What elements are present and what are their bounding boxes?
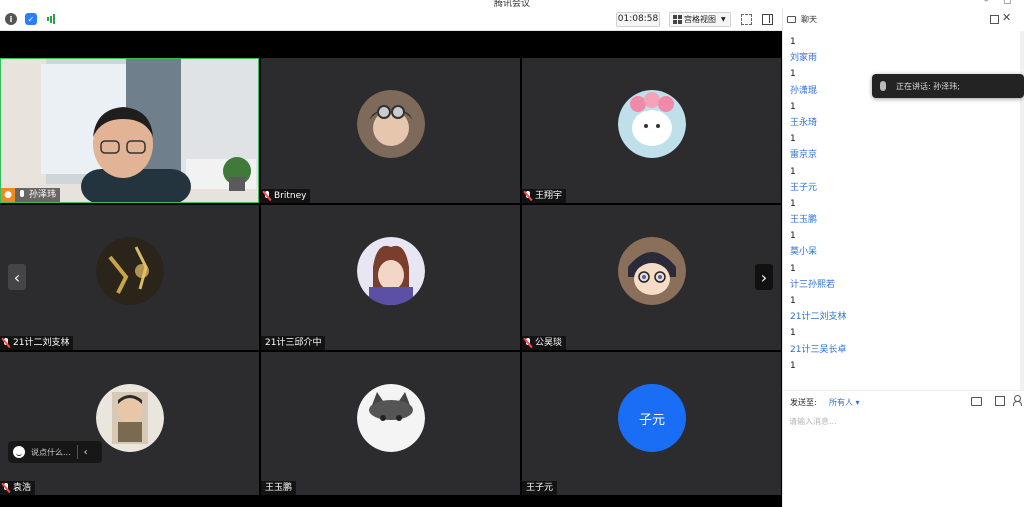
participant-avatar — [357, 237, 425, 305]
camera-feed — [1, 59, 258, 202]
chevron-left-icon[interactable]: ‹ — [84, 447, 88, 458]
video-tile[interactable]: 王玉鹏 — [261, 352, 520, 495]
video-tile[interactable]: Britney — [261, 58, 520, 203]
participant-avatar — [96, 237, 164, 305]
previous-page-button[interactable]: ‹ — [8, 264, 26, 290]
video-tile[interactable]: 袁浩 — [0, 352, 259, 495]
chat-message-text: 1 — [790, 37, 796, 47]
divider — [76, 445, 78, 459]
user-icon[interactable] — [1013, 395, 1022, 406]
close-icon[interactable]: ✕ — [1002, 11, 1011, 24]
participant-name-tag: ● 孙泽玮 — [1, 188, 61, 202]
participant-name-tag: 21计三邱介中 — [261, 336, 326, 350]
chat-input-area: 发送至: 所有人 ▾ — [783, 390, 1024, 507]
next-page-button[interactable]: › — [755, 264, 773, 290]
participant-name: Britney — [274, 191, 307, 201]
file-icon[interactable] — [971, 397, 982, 406]
meeting-toolbar: i ✓ 01:08:58 宫格视图 ▼ — [0, 8, 782, 31]
chat-message-text: 1 — [790, 328, 796, 339]
participant-name-tag: 王玉鹏 — [261, 481, 297, 495]
video-tile[interactable]: 21计二刘支林 — [0, 205, 259, 350]
participant-name-tag: 21计二刘支林 — [0, 336, 74, 350]
chat-sender-name: 王玉鹏 — [790, 215, 818, 226]
participant-name: 21计二刘支林 — [13, 338, 70, 348]
chat-sender-name: 王永琦 — [790, 117, 818, 128]
participant-name: 袁浩 — [13, 483, 32, 493]
chat-message-text: 1 — [790, 360, 796, 371]
participant-avatar — [618, 90, 686, 158]
grid-icon — [673, 15, 682, 24]
person-icon: ● — [1, 188, 15, 202]
shield-icon[interactable]: ✓ — [25, 13, 37, 25]
chat-sender-name: 莫小呆 — [790, 247, 818, 258]
mic-muted-icon — [2, 483, 10, 493]
view-mode-button[interactable]: 宫格视图 ▼ — [669, 12, 731, 27]
chat-message-text: 1 — [790, 134, 796, 145]
video-grid: ● 孙泽玮 Britney 王翔宇 21计二刘支林 21计三邱介中 公昊琰 袁浩… — [0, 31, 782, 507]
chat-icon — [787, 16, 796, 23]
chat-message-text: 1 — [790, 263, 796, 274]
chevron-down-icon: ▼ — [721, 16, 726, 23]
send-to-label: 发送至: — [790, 398, 817, 407]
minimize-button[interactable]: – — [984, 0, 989, 6]
quick-chat-placeholder[interactable]: 说点什么... — [31, 447, 71, 458]
chat-message-text: 1 — [790, 296, 796, 306]
mic-muted-icon — [524, 338, 532, 348]
mic-muted-icon — [263, 191, 271, 201]
chat-message-text: 1 — [790, 166, 796, 177]
network-signal-icon[interactable] — [45, 13, 57, 25]
participant-name-tag: 王子元 — [522, 481, 558, 495]
mic-muted-icon — [524, 191, 532, 201]
participant-name: 王子元 — [526, 483, 554, 493]
sidebar-toggle-icon[interactable] — [762, 14, 773, 25]
mic-icon — [880, 81, 886, 91]
mic-muted-icon — [2, 338, 10, 348]
chat-sender-name: 计三孙熙若 — [790, 279, 836, 290]
participant-avatar: 子元 — [618, 384, 686, 452]
chat-message-text: 1 — [790, 198, 796, 209]
chat-header: 聊天 — [783, 8, 1024, 31]
mic-icon — [18, 190, 26, 200]
video-tile[interactable]: 子元 王子元 — [522, 352, 781, 495]
participant-name: 孙泽玮 — [29, 190, 57, 200]
chat-input[interactable] — [789, 411, 1017, 431]
chat-sender-name: 雷京京 — [790, 150, 818, 161]
participant-name-tag: Britney — [261, 189, 311, 203]
participant-name-tag: 公昊琰 — [522, 336, 567, 350]
video-tile[interactable]: 王翔宇 — [522, 58, 781, 203]
participant-avatar — [618, 237, 686, 305]
participant-name-tag: 袁浩 — [0, 481, 36, 495]
video-tile-speaking[interactable]: ● 孙泽玮 — [0, 58, 259, 203]
popout-icon[interactable] — [990, 15, 999, 24]
meeting-timer: 01:08:58 — [616, 12, 660, 27]
chat-sender-name: 王子元 — [790, 182, 818, 193]
participant-avatar — [357, 384, 425, 452]
chat-title: 聊天 — [801, 15, 817, 24]
recipient-select[interactable]: 所有人 ▾ — [829, 397, 860, 408]
chat-message-text: 1 — [790, 231, 796, 242]
participant-avatar — [357, 90, 425, 158]
participant-name: 王玉鹏 — [265, 483, 293, 493]
quick-chat-bar[interactable]: 说点什么... ‹ — [8, 441, 102, 463]
speaking-banner: 正在讲话: 孙泽玮; — [872, 74, 1024, 98]
view-mode-label: 宫格视图 — [684, 15, 716, 24]
info-icon[interactable]: i — [5, 13, 17, 25]
screenshot-icon[interactable] — [995, 396, 1005, 406]
fullscreen-icon[interactable] — [741, 14, 752, 25]
participant-avatar — [96, 384, 164, 452]
participant-name: 公昊琰 — [535, 338, 563, 348]
participant-name-tag: 王翔宇 — [522, 189, 567, 203]
participant-name: 王翔宇 — [535, 191, 563, 201]
chat-sender-name: 21计三吴长卓 — [790, 344, 847, 355]
title-bar: 腾讯会议 – ▢ — [0, 0, 1024, 9]
speaking-text: 正在讲话: 孙泽玮; — [896, 81, 960, 91]
video-tile[interactable]: 公昊琰 — [522, 205, 781, 350]
chat-sender-name: 21计二刘支林 — [790, 312, 847, 323]
participant-name: 21计三邱介中 — [265, 338, 322, 348]
maximize-button[interactable]: ▢ — [1003, 0, 1012, 6]
emoji-icon[interactable] — [13, 446, 25, 458]
video-tile[interactable]: 21计三邱介中 — [261, 205, 520, 350]
chat-sender-name: 刘家雨 — [790, 53, 818, 64]
chat-message-text: 1 — [790, 101, 796, 112]
